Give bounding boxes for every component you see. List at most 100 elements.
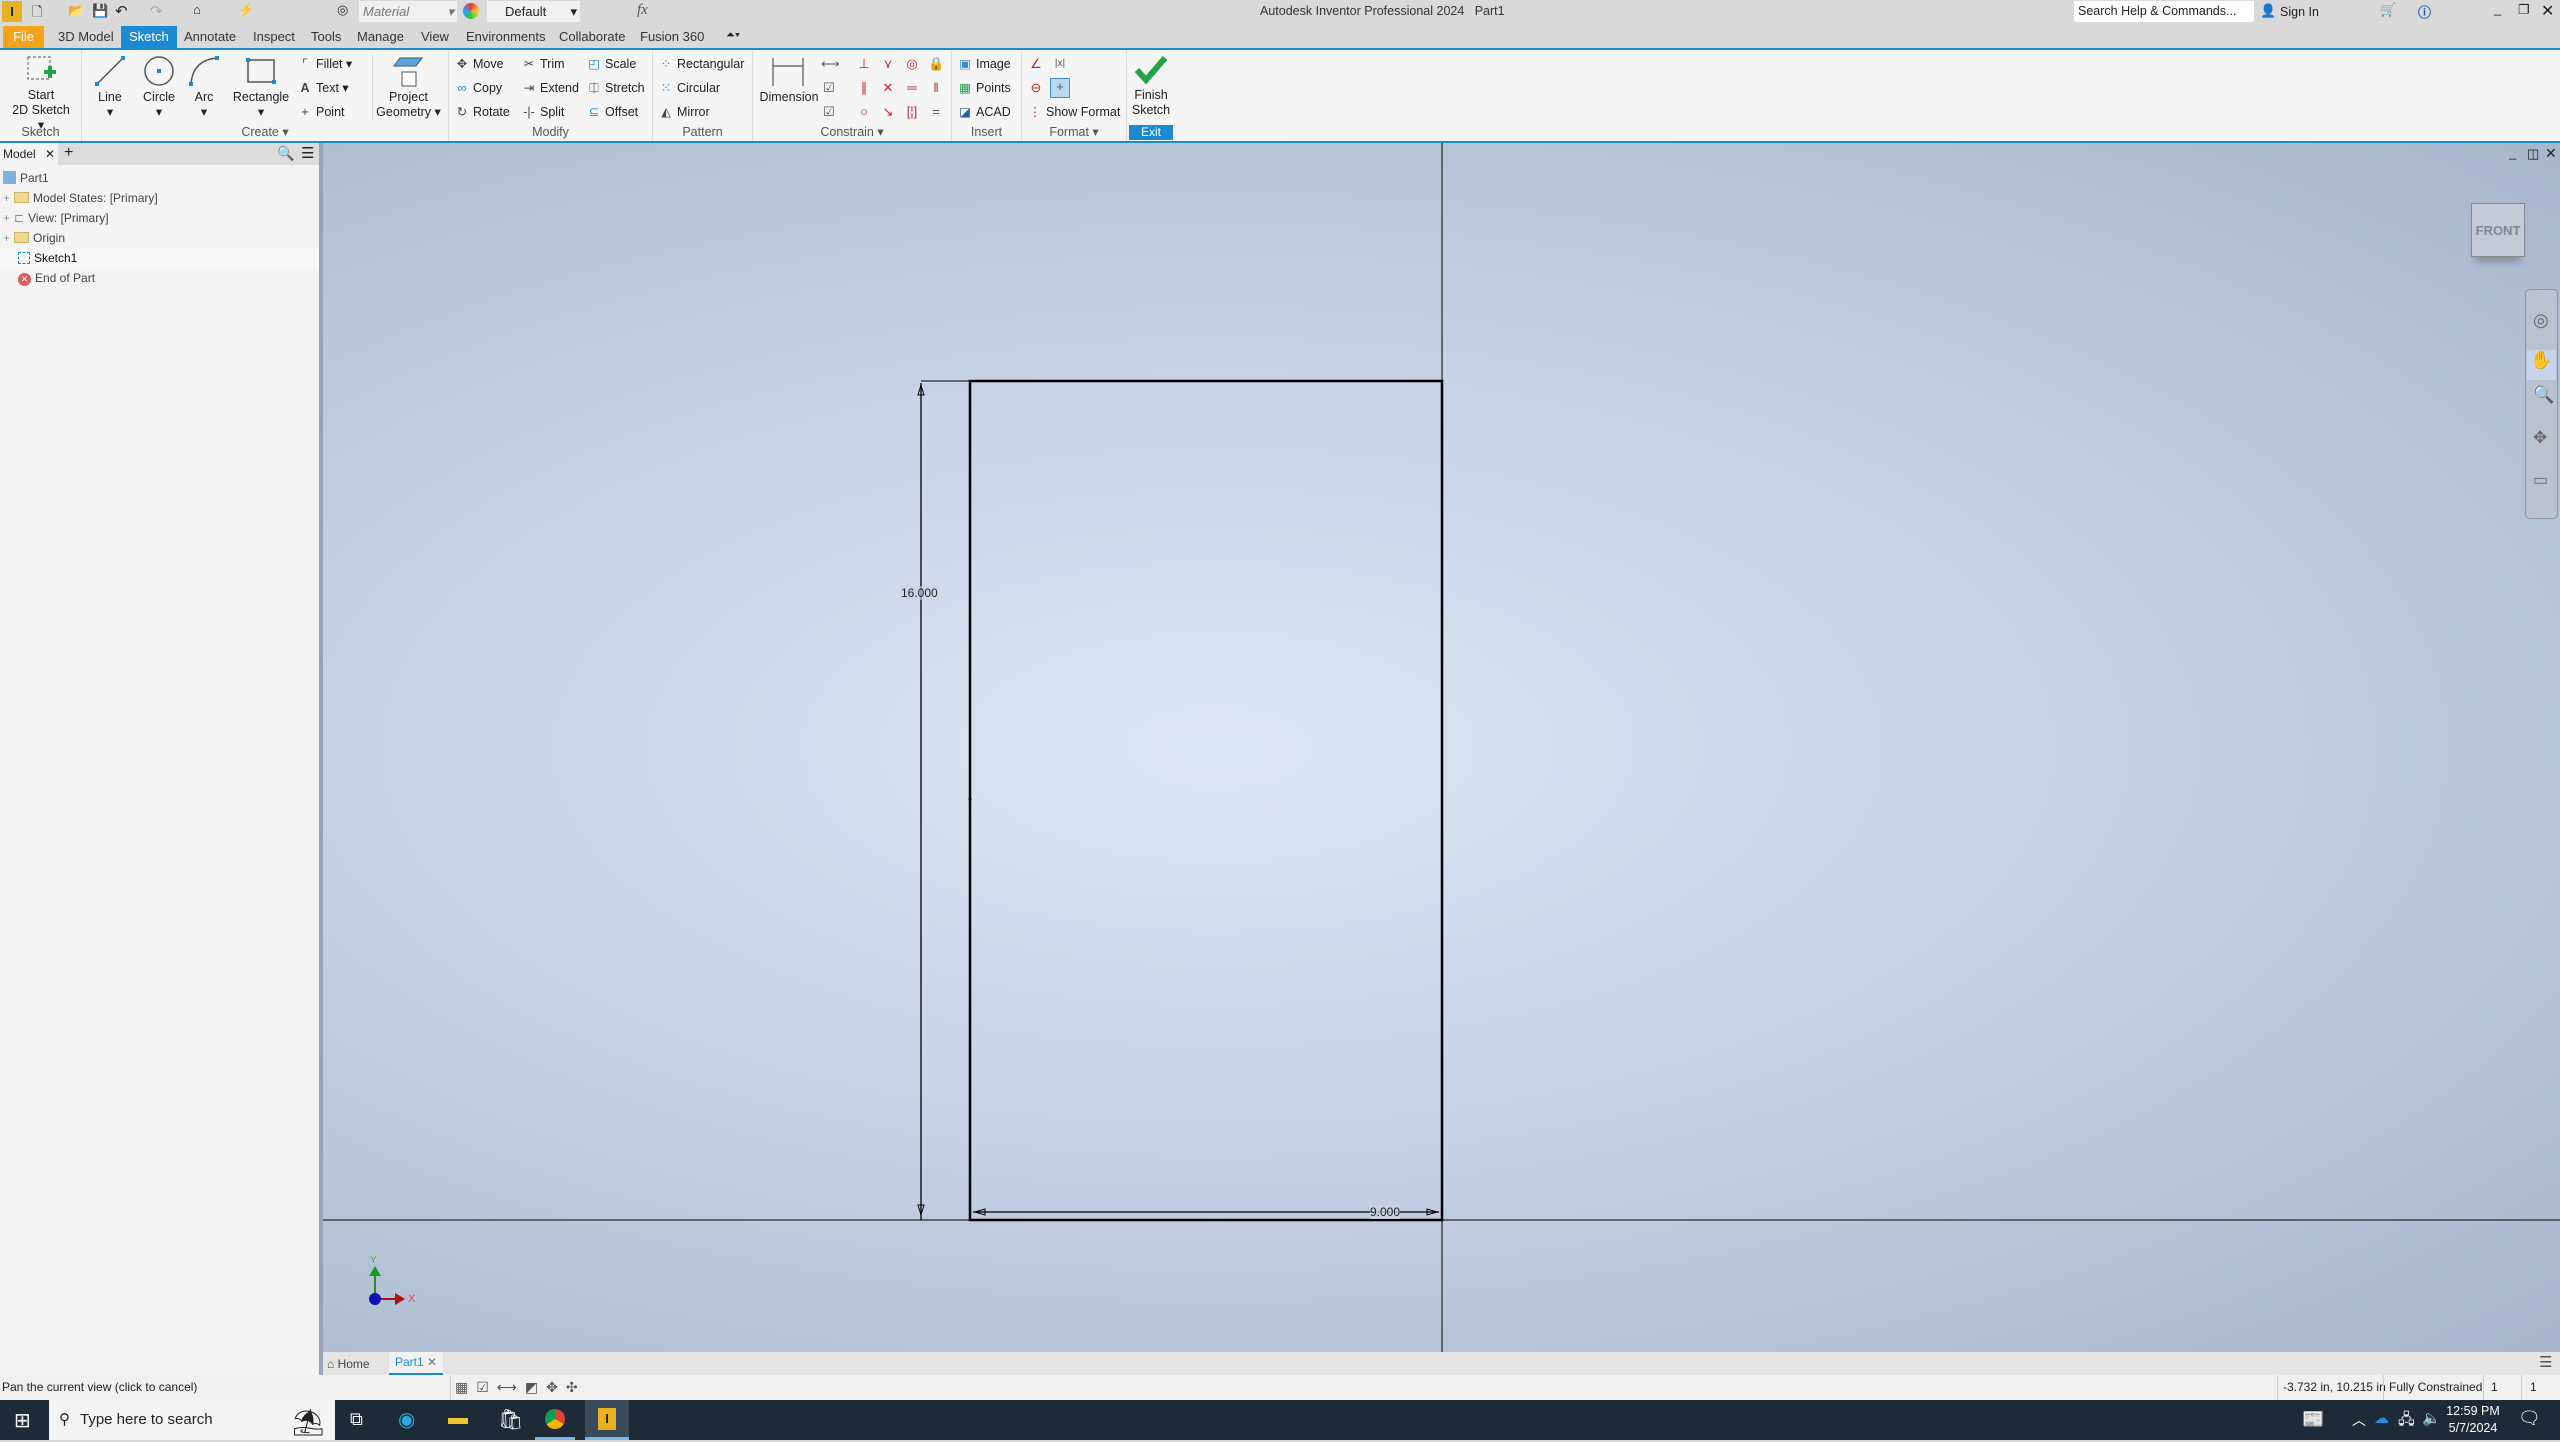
ribbon-display-toggle[interactable]: ⏶▾: [726, 29, 740, 42]
fx-icon[interactable]: fx: [637, 2, 648, 19]
search-icon[interactable]: 🔍: [277, 145, 294, 162]
sign-in-button[interactable]: Sign In: [2280, 5, 2319, 19]
help-search-input[interactable]: Search Help & Commands...: [2074, 1, 2254, 22]
collinear-icon[interactable]: ✕: [880, 80, 896, 96]
tab-collaborate[interactable]: Collaborate: [551, 26, 634, 48]
vertical-icon[interactable]: ‖: [928, 80, 944, 96]
constraint-settings-icon[interactable]: ☑: [821, 80, 837, 96]
text-button[interactable]: A Text ▾: [298, 78, 348, 98]
onedrive-icon[interactable]: ☁: [2374, 1409, 2389, 1427]
move-constraint-icon[interactable]: ✥: [546, 1379, 566, 1395]
taskbar-search-input[interactable]: ⚲ Type here to search ⛱: [49, 1400, 335, 1440]
tree-item-part1[interactable]: Part1: [0, 168, 319, 188]
app-logo[interactable]: I: [2, 1, 22, 22]
undo-icon[interactable]: ↶: [115, 2, 128, 20]
update-icon[interactable]: ⚡: [238, 2, 254, 18]
tab-inspect[interactable]: Inspect: [245, 26, 303, 48]
network-icon[interactable]: 🖧: [2398, 1409, 2415, 1434]
close-button[interactable]: ✕: [2541, 1, 2554, 21]
dimension-tolerance-icon[interactable]: ⟷: [497, 1379, 525, 1395]
save-icon[interactable]: 💾: [92, 3, 108, 19]
show-constraints-icon[interactable]: ☑: [821, 104, 837, 120]
chrome-taskbar-button[interactable]: [535, 1400, 575, 1440]
open-icon[interactable]: 📂: [68, 3, 84, 19]
offset-button[interactable]: ⊆ Offset: [587, 102, 638, 122]
minimize-button[interactable]: _: [2494, 1, 2501, 16]
copy-button[interactable]: ∞ Copy: [455, 78, 503, 98]
pan-icon[interactable]: ✋: [2527, 350, 2556, 380]
parallel-icon[interactable]: ∥: [856, 80, 872, 96]
redo-icon[interactable]: ↷: [150, 2, 163, 20]
cart-icon[interactable]: 🛒: [2380, 2, 2396, 18]
symmetric-icon[interactable]: [¦]: [904, 104, 920, 120]
panel-label[interactable]: Create ▾: [82, 124, 448, 139]
auto-dimension-icon[interactable]: ⟷: [821, 56, 840, 72]
zoom-icon[interactable]: 🔍: [2533, 385, 2554, 405]
slice-graphics-icon[interactable]: ◩: [525, 1379, 546, 1395]
browser-tab-model[interactable]: Model ✕: [0, 143, 58, 165]
tab-file[interactable]: File: [3, 26, 44, 48]
start-2d-sketch-button[interactable]: Start 2D Sketch ▾: [8, 54, 74, 133]
grid-snap-icon[interactable]: ▦: [455, 1379, 476, 1395]
center-point-icon[interactable]: +: [1050, 78, 1070, 98]
home-icon[interactable]: ⌂: [193, 2, 201, 17]
concentric-icon[interactable]: ◎: [904, 56, 920, 72]
panel-label[interactable]: Format ▾: [1022, 124, 1126, 139]
insert-points-button[interactable]: ▦ Points: [958, 78, 1011, 98]
rectangular-pattern-button[interactable]: ⁘ Rectangular: [659, 54, 745, 74]
show-hidden-icons[interactable]: ︿: [2352, 1410, 2366, 1430]
view-face-icon[interactable]: ▭: [2533, 470, 2548, 490]
steering-wheel-icon[interactable]: ◎: [2533, 310, 2549, 331]
viewport-close-icon[interactable]: ✕: [2545, 145, 2557, 162]
restore-button[interactable]: ❐: [2518, 2, 2530, 18]
viewport-minimize-icon[interactable]: _: [2509, 145, 2516, 160]
rotate-button[interactable]: ↻ Rotate: [455, 102, 510, 122]
notifications-icon[interactable]: 🗨: [2518, 1408, 2541, 1429]
expand-icon[interactable]: +: [3, 191, 10, 205]
scale-button[interactable]: ◰ Scale: [587, 54, 636, 74]
tab-environments[interactable]: Environments: [458, 26, 553, 48]
rectangle-button[interactable]: Rectangle ▾: [228, 54, 294, 120]
tab-annotate[interactable]: Annotate: [176, 26, 244, 48]
file-explorer-icon[interactable]: ▬: [448, 1407, 468, 1430]
line-button[interactable]: Line ▾: [90, 54, 130, 120]
point-button[interactable]: + Point: [298, 102, 344, 122]
edge-icon[interactable]: ◉: [398, 1407, 415, 1432]
dimension-height-label[interactable]: 16.000: [901, 586, 938, 600]
perpendicular-icon[interactable]: ⊥: [856, 56, 872, 72]
viewcube[interactable]: FRONT: [2471, 203, 2525, 257]
show-format-button[interactable]: ⋮ Show Format: [1028, 102, 1121, 122]
panel-label[interactable]: Constrain ▾: [753, 124, 951, 139]
insert-image-button[interactable]: ▣ Image: [958, 54, 1011, 74]
tree-item-end-of-part[interactable]: ✕ End of Part: [0, 268, 319, 288]
graphics-viewport[interactable]: 16.000 9.000 Y X _ ◫ ✕ FRONT ◎ ✋ 🔍 ✥ ▭: [323, 143, 2560, 1352]
windows-start-icon[interactable]: ⊞: [14, 1408, 31, 1433]
coincident-icon[interactable]: ⋎: [880, 56, 896, 72]
tangent-icon[interactable]: ○: [856, 104, 872, 120]
news-widget-icon[interactable]: 📰: [2302, 1409, 2324, 1430]
tab-fusion-360[interactable]: Fusion 360: [632, 26, 712, 48]
tab-3d-model[interactable]: 3D Model: [50, 26, 122, 48]
task-view-icon[interactable]: ⧉: [350, 1409, 363, 1430]
tab-tools[interactable]: Tools: [303, 26, 349, 48]
dimension-width-label[interactable]: 9.000: [1370, 1205, 1401, 1219]
split-button[interactable]: -|- Split: [522, 102, 564, 122]
add-tab-icon[interactable]: +: [64, 144, 73, 162]
move-button[interactable]: ✥ Move: [455, 54, 504, 74]
volume-icon[interactable]: 🔈: [2422, 1409, 2441, 1427]
appearance-icon[interactable]: ◎: [337, 2, 348, 18]
fix-icon[interactable]: 🔒: [928, 56, 944, 72]
store-icon[interactable]: 🛍: [498, 1407, 523, 1432]
trim-button[interactable]: ✂ Trim: [522, 54, 565, 74]
orbit-icon[interactable]: ✥: [2533, 428, 2547, 448]
tab-sketch[interactable]: Sketch: [121, 26, 177, 48]
horizontal-icon[interactable]: ═: [904, 80, 920, 96]
home-tab[interactable]: ⌂ Home: [327, 1354, 370, 1374]
dimension-button[interactable]: Dimension: [757, 54, 821, 105]
centerline-icon[interactable]: ⊖: [1028, 80, 1044, 96]
arc-button[interactable]: Arc ▾: [184, 54, 224, 120]
driven-dimension-icon[interactable]: |x|: [1052, 56, 1068, 72]
tree-item-model-states[interactable]: + Model States: [Primary]: [0, 188, 319, 208]
menu-icon[interactable]: ☰: [2539, 1353, 2552, 1371]
expand-icon[interactable]: +: [3, 231, 10, 245]
